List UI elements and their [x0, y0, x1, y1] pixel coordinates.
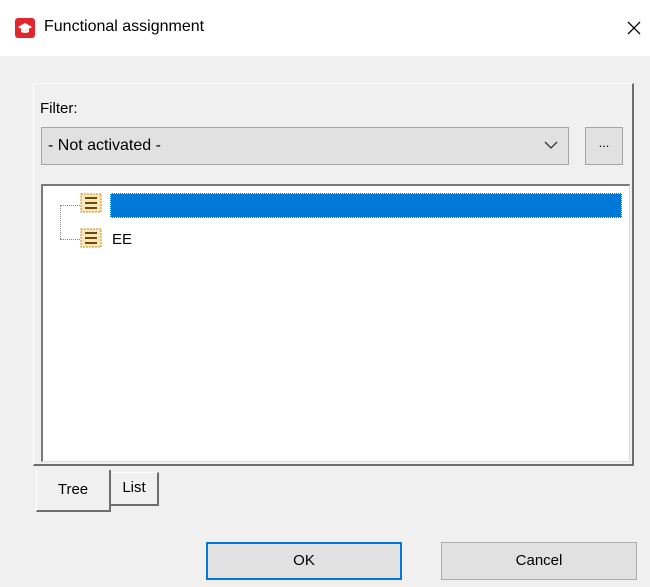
filter-label: Filter: [40, 100, 78, 117]
tab-list[interactable]: List [111, 472, 159, 506]
filter-dropdown[interactable]: - Not activated - [41, 127, 569, 165]
tree-node-selected[interactable] [110, 193, 622, 218]
chevron-down-icon [544, 141, 558, 149]
filter-selected-value: - Not activated - [48, 137, 161, 154]
folder-grid-icon [80, 228, 102, 248]
cancel-button[interactable]: Cancel [441, 542, 637, 580]
close-icon [627, 21, 641, 35]
title-bar: Functional assignment [0, 0, 650, 56]
window-title: Functional assignment [44, 18, 205, 35]
tree-connector [60, 239, 80, 240]
folder-grid-icon [80, 193, 102, 213]
tree-connector [60, 205, 80, 206]
close-button[interactable] [618, 10, 650, 46]
app-logo-icon [15, 18, 35, 38]
tree-view[interactable] [41, 184, 630, 462]
tree-connector [60, 205, 61, 239]
ok-button[interactable]: OK [206, 542, 402, 580]
tree-node-ee[interactable]: EE [112, 231, 132, 248]
tab-tree[interactable]: Tree [36, 470, 111, 512]
filter-more-button[interactable]: ... [585, 127, 623, 165]
